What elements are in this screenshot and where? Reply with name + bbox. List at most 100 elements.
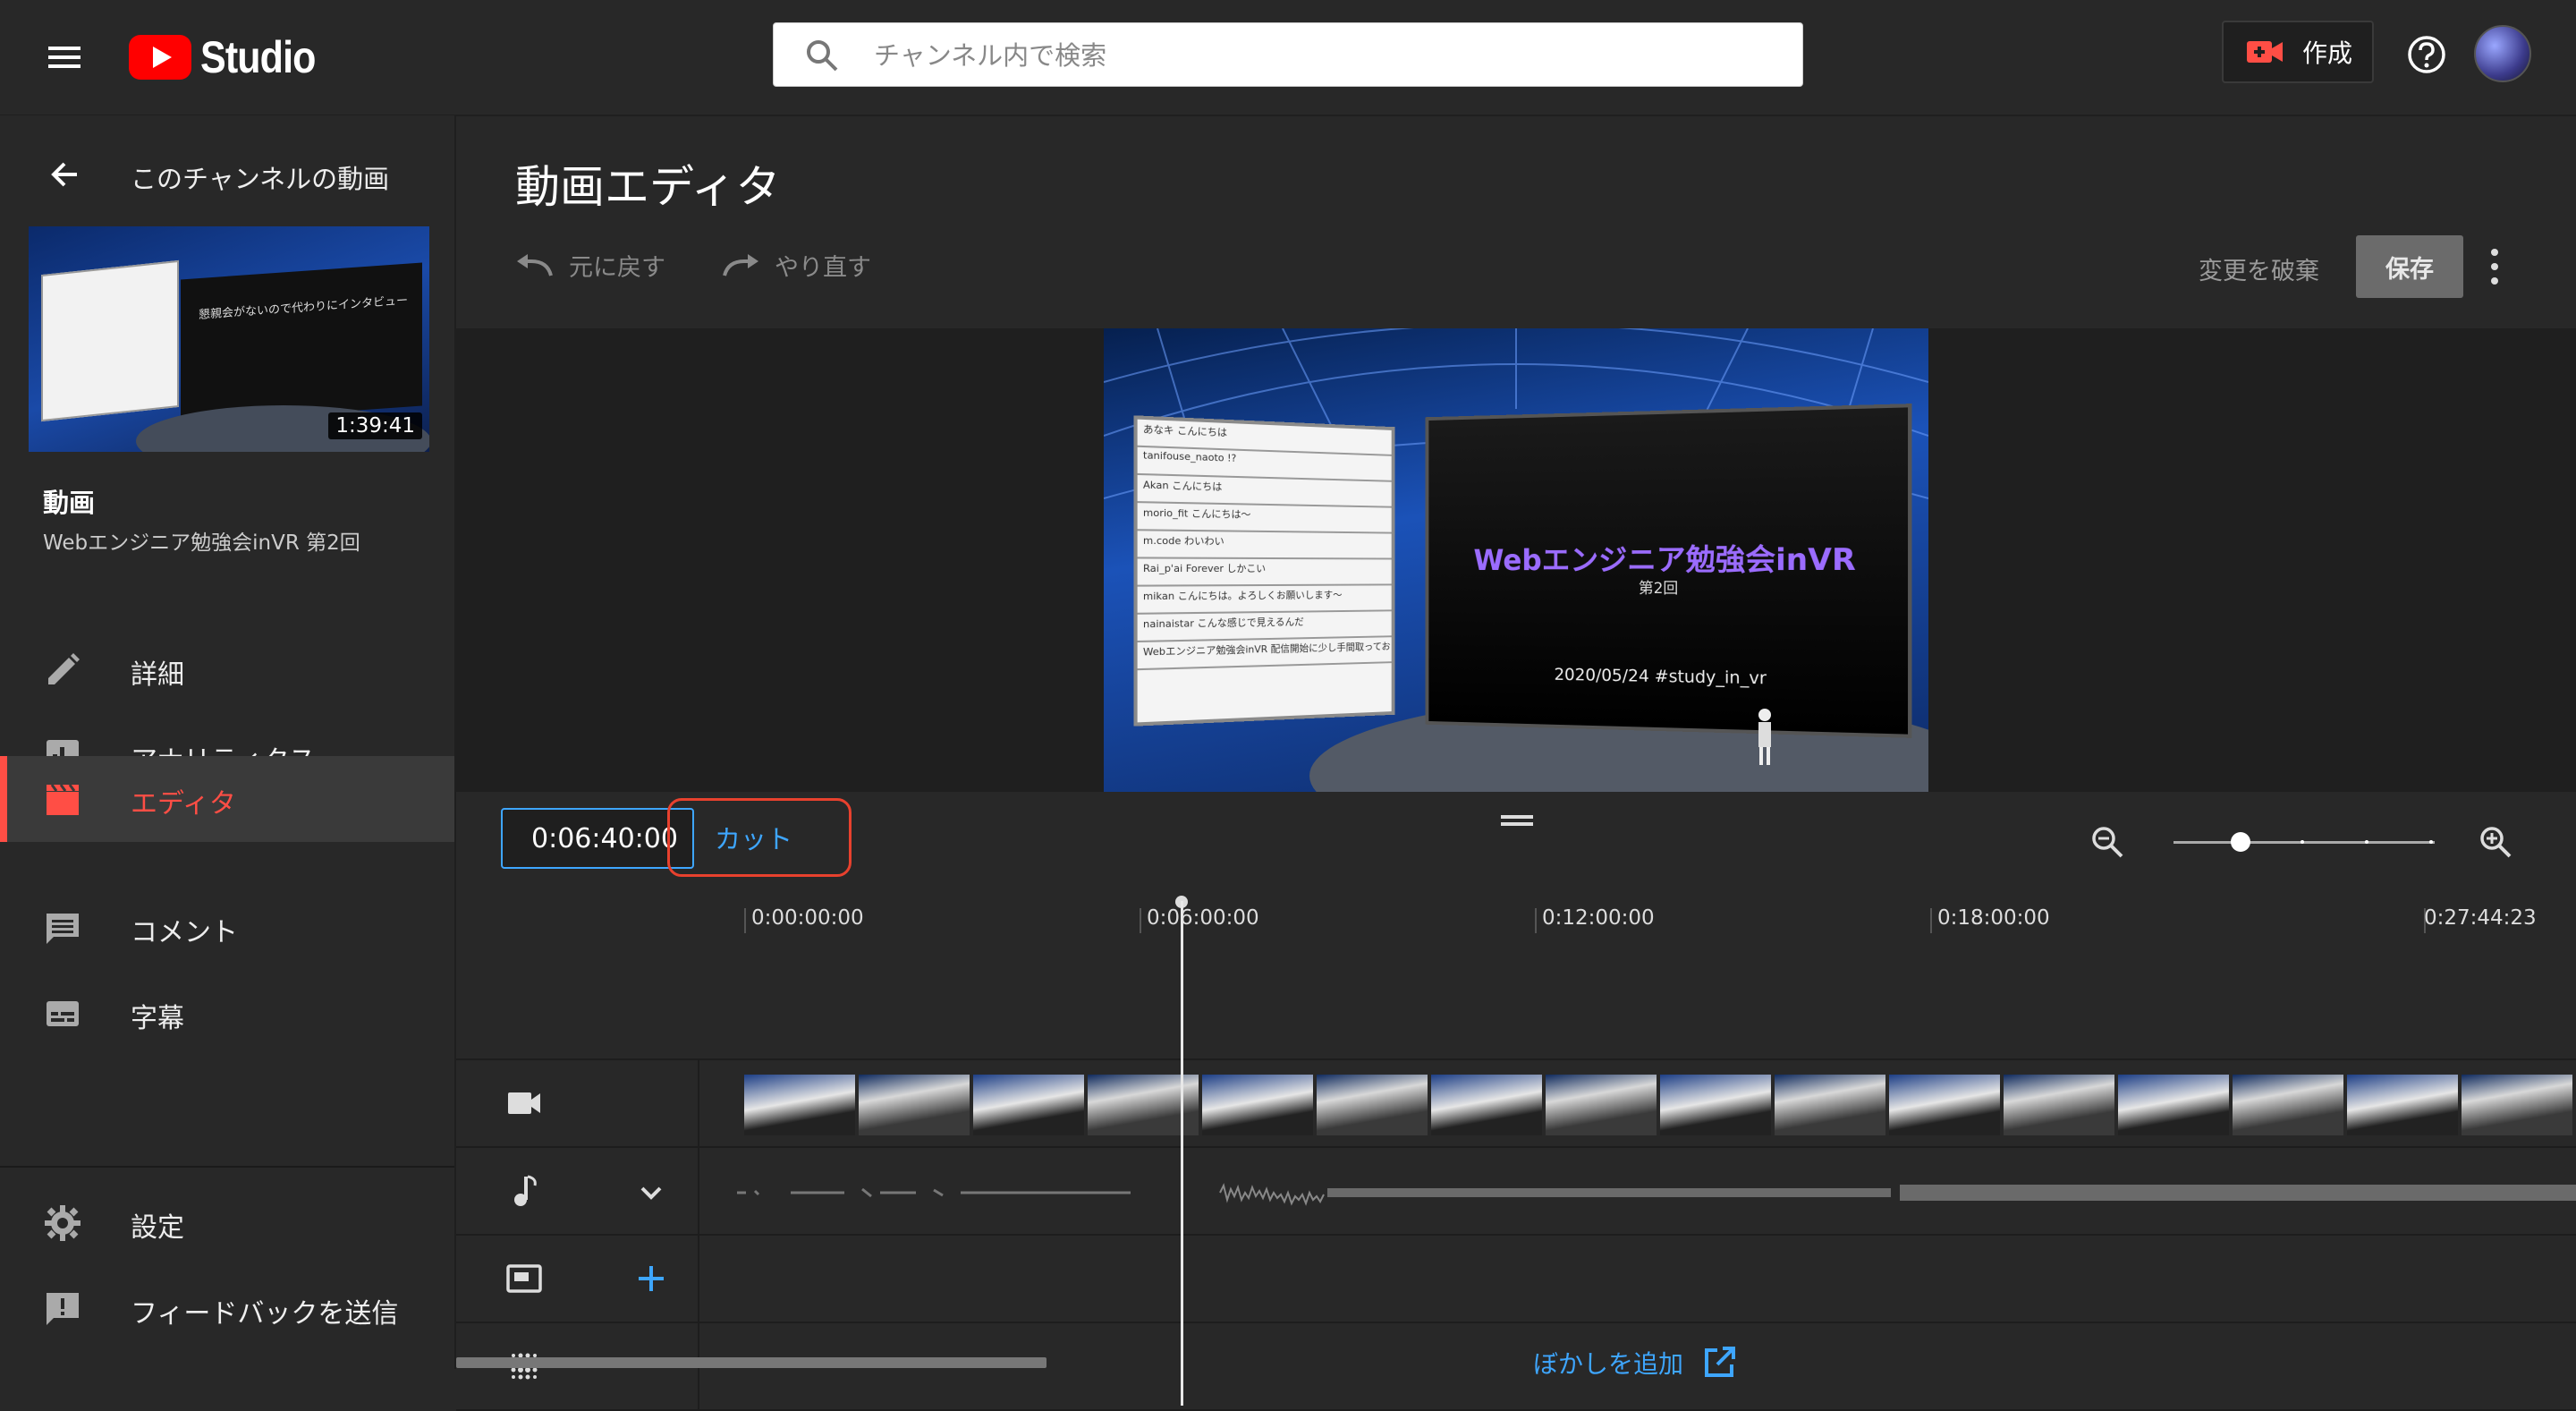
subtitles-icon xyxy=(43,994,82,1033)
drag-handle-icon[interactable] xyxy=(1501,813,1533,828)
timeline-scrollbar[interactable] xyxy=(456,1357,1046,1368)
back-label: このチャンネルの動画 xyxy=(131,158,389,196)
sidebar-item-details[interactable]: 詳細 xyxy=(0,627,454,713)
sidebar-item-editor[interactable]: エディタ xyxy=(0,756,454,842)
redo-icon xyxy=(721,252,760,279)
track-header xyxy=(456,1236,699,1322)
undo-label: 元に戻す xyxy=(569,248,665,283)
filmstrip-frame xyxy=(2233,1075,2343,1135)
youtube-logo-icon xyxy=(129,35,191,80)
undo-button[interactable]: 元に戻す xyxy=(515,248,665,283)
filmstrip-frame xyxy=(973,1075,1084,1135)
search-input[interactable] xyxy=(872,23,1770,88)
video-thumbnail[interactable]: 懇親会がないので代わりにインタビュー 1:39:41 xyxy=(29,226,429,452)
redo-button[interactable]: やり直す xyxy=(721,248,871,283)
filmstrip-frame xyxy=(1202,1075,1313,1135)
sidebar-item-subtitles[interactable]: 字幕 xyxy=(0,971,454,1057)
audio-track xyxy=(456,1146,2576,1234)
filmstrip-frame xyxy=(859,1075,970,1135)
chat-line: morio_fit こんにちは～ xyxy=(1138,503,1392,533)
ruler-tick xyxy=(1930,908,1932,933)
clapperboard-icon xyxy=(43,779,82,819)
chat-line: mikan こんにちは。よろしくお願いします～ xyxy=(1138,585,1392,614)
video-camera-icon xyxy=(504,1084,544,1123)
video-filmstrip[interactable] xyxy=(744,1075,2576,1135)
zoom-tick xyxy=(2365,840,2368,844)
endscreen-track xyxy=(456,1234,2576,1322)
youtube-studio-logo[interactable]: Studio xyxy=(129,32,335,82)
filmstrip-frame xyxy=(1889,1075,2000,1135)
comment-icon xyxy=(43,908,82,948)
ruler-tick xyxy=(1535,908,1537,933)
timecode-input[interactable]: 0:06:40:00 xyxy=(501,808,694,869)
discard-changes-button[interactable]: 変更を破棄 xyxy=(2199,251,2319,286)
arrow-back-icon[interactable] xyxy=(45,155,84,194)
video-camera-icon xyxy=(2247,39,2283,64)
section-title: 動画 xyxy=(43,482,95,520)
chat-line: Webエンジニア勉強会inVR 配信開始に少し手間取っております…… xyxy=(1138,637,1392,670)
music-note-icon xyxy=(504,1171,544,1211)
add-blur-label: ぼかしを追加 xyxy=(1533,1345,1683,1381)
filmstrip-frame xyxy=(1317,1075,1428,1135)
track-header xyxy=(456,1060,699,1146)
save-button[interactable]: 保存 xyxy=(2356,235,2463,298)
video-track xyxy=(456,1058,2576,1146)
preview-area: あなキ こんにちは tanifouse_naoto !? Akan こんにちは … xyxy=(456,328,2576,792)
avatar-figure xyxy=(1751,706,1778,769)
ruler-label: 0:18:00:00 xyxy=(1937,906,2050,930)
sidebar-item-label: 詳細 xyxy=(131,652,184,692)
filmstrip-frame xyxy=(2118,1075,2229,1135)
gear-icon xyxy=(43,1203,82,1243)
feedback-icon xyxy=(43,1289,82,1329)
create-label: 作成 xyxy=(2302,34,2352,70)
search-box[interactable] xyxy=(773,22,1803,87)
ruler-label: 0:00:00:00 xyxy=(751,906,864,930)
back-to-channel-videos[interactable]: このチャンネルの動画 xyxy=(0,142,454,205)
account-avatar[interactable] xyxy=(2474,25,2531,82)
zoom-slider-thumb[interactable] xyxy=(2231,832,2250,852)
chat-line: Rai_p'ai Forever しかこい xyxy=(1138,558,1392,586)
video-title: Webエンジニア勉強会inVR 第2回 xyxy=(43,525,360,556)
filmstrip-frame xyxy=(1775,1075,1885,1135)
more-options-icon[interactable] xyxy=(2487,246,2503,287)
zoom-out-icon[interactable] xyxy=(2089,824,2125,860)
chevron-down-icon[interactable] xyxy=(631,1173,671,1212)
add-blur-button[interactable]: ぼかしを追加 xyxy=(1533,1345,1737,1381)
zoom-tick xyxy=(2429,840,2433,844)
logo-text: Studio xyxy=(200,31,316,83)
zoom-in-icon[interactable] xyxy=(2478,824,2513,860)
sidebar-item-label: 字幕 xyxy=(131,996,184,1035)
slide-subtitle: 第2回 xyxy=(1428,575,1908,599)
redo-label: やり直す xyxy=(775,248,871,283)
slide-title: Webエンジニア勉強会inVR xyxy=(1428,534,1908,579)
track-header xyxy=(456,1148,699,1234)
create-button[interactable]: 作成 xyxy=(2222,21,2374,83)
sidebar-divider xyxy=(0,1166,454,1168)
editor-main: 動画エディタ 元に戻す やり直す 変更を破棄 保存 あなキ こんにちは tani… xyxy=(456,115,2576,1369)
zoom-slider[interactable] xyxy=(2174,841,2435,844)
video-preview[interactable]: あなキ こんにちは tanifouse_naoto !? Akan こんにちは … xyxy=(1104,328,1928,792)
ruler-label: 0:12:00:00 xyxy=(1542,906,1655,930)
cut-button[interactable]: カット xyxy=(667,798,852,877)
add-icon[interactable] xyxy=(631,1259,671,1298)
filmstrip-frame xyxy=(2347,1075,2458,1135)
search-icon[interactable] xyxy=(804,38,840,73)
zoom-tick xyxy=(2301,840,2304,844)
timeline-tracks: ぼかしを追加 xyxy=(456,942,2576,1347)
sidebar-item-feedback[interactable]: フィードバックを送信 xyxy=(0,1266,454,1352)
filmstrip-frame xyxy=(744,1075,855,1135)
filmstrip-frame xyxy=(1660,1075,1771,1135)
sidebar-item-label: 設定 xyxy=(131,1205,184,1245)
thumbnail-slide: 懇親会がないので代わりにインタビュー xyxy=(181,263,422,423)
menu-icon[interactable] xyxy=(43,36,86,79)
sidebar: このチャンネルの動画 懇親会がないので代わりにインタビュー 1:39:41 動画… xyxy=(0,115,456,1369)
sidebar-item-comments[interactable]: コメント xyxy=(0,885,454,971)
playhead[interactable] xyxy=(1181,901,1183,1406)
ruler-label: 0:06:00:00 xyxy=(1147,906,1259,930)
pencil-icon xyxy=(43,650,82,690)
sidebar-item-label: コメント xyxy=(131,910,238,949)
top-bar: Studio 作成 xyxy=(0,0,2576,116)
sidebar-item-settings[interactable]: 設定 xyxy=(0,1180,454,1266)
sidebar-item-label: フィードバックを送信 xyxy=(131,1291,398,1330)
help-icon[interactable] xyxy=(2406,34,2447,75)
